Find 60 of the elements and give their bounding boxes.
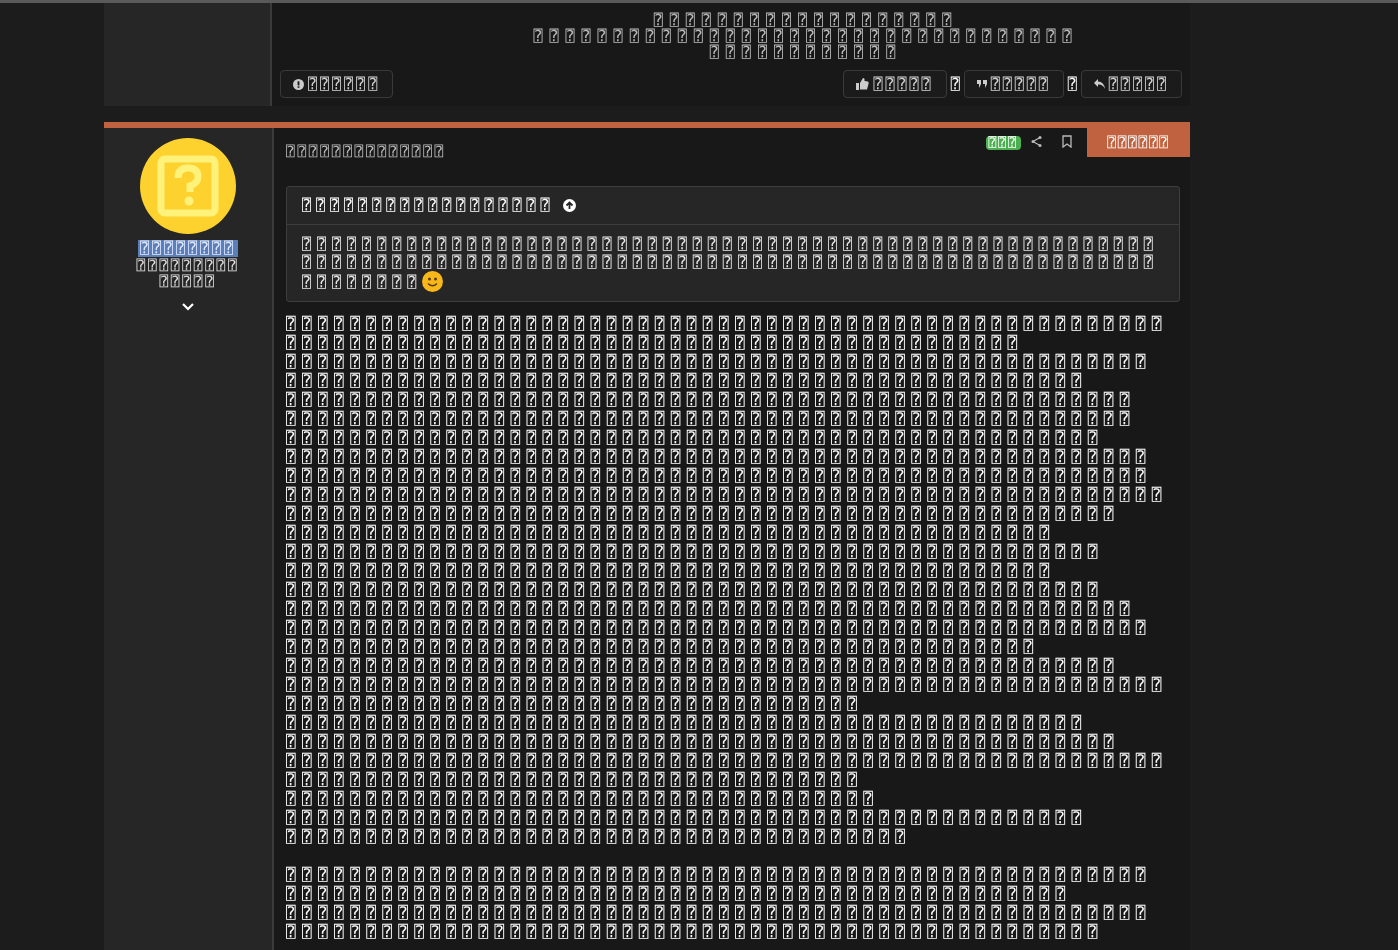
- signature-line: ⍰⍰⍰⍰⍰⍰⍰⍰⍰⍰⍰⍰⍰⍰⍰⍰⍰⍰⍰⍰⍰⍰⍰⍰⍰⍰⍰⍰⍰⍰⍰⍰⍰⍰: [533, 28, 1079, 44]
- post-text-line: ⍰⍰⍰⍰⍰⍰⍰⍰⍰⍰⍰⍰⍰⍰⍰⍰⍰⍰⍰⍰⍰⍰⍰⍰⍰⍰⍰⍰⍰⍰⍰⍰⍰⍰⍰⍰⍰⍰⍰⍰⍰⍰⍰⍰⍰⍰⍰⍰⍰⍰: [286, 808, 1089, 827]
- quote-count: ⍰: [1067, 73, 1077, 95]
- post-text-line: ⍰⍰⍰⍰⍰⍰⍰⍰⍰⍰⍰⍰⍰⍰⍰⍰⍰⍰⍰⍰⍰⍰⍰⍰⍰⍰⍰⍰⍰⍰⍰⍰⍰⍰⍰⍰⍰⍰⍰⍰⍰⍰⍰⍰⍰⍰⍰⍰⍰⍰⍰⍰⍰⍰: [286, 903, 1153, 922]
- user-title: ⍰⍰⍰⍰⍰⍰⍰⍰⍰: [136, 257, 240, 273]
- post-text-line: ⍰⍰⍰⍰⍰⍰⍰⍰⍰⍰⍰⍰⍰⍰⍰⍰⍰⍰⍰⍰⍰⍰⍰⍰⍰⍰⍰⍰⍰⍰⍰⍰⍰⍰⍰⍰⍰⍰⍰⍰⍰⍰⍰⍰⍰⍰⍰⍰⍰⍰⍰⍰⍰⍰⍰: [286, 485, 1169, 504]
- post-text-line: ⍰⍰⍰⍰⍰⍰⍰⍰⍰⍰⍰⍰⍰⍰⍰⍰⍰⍰⍰⍰⍰⍰⍰⍰⍰⍰⍰⍰⍰⍰⍰⍰⍰⍰⍰⍰⍰⍰⍰⍰⍰⍰⍰⍰⍰⍰⍰⍰⍰⍰⍰⍰⍰⍰: [286, 447, 1153, 466]
- post-text-line: ⍰⍰⍰⍰⍰⍰⍰⍰⍰⍰⍰⍰⍰⍰⍰⍰⍰⍰⍰⍰⍰⍰⍰⍰⍰⍰⍰⍰⍰⍰⍰⍰⍰⍰⍰⍰⍰⍰⍰⍰⍰⍰⍰⍰⍰⍰⍰⍰⍰⍰⍰⍰⍰⍰: [286, 865, 1153, 884]
- quote-text-line: ⍰⍰⍰⍰⍰⍰⍰⍰⍰⍰⍰⍰⍰⍰⍰⍰⍰⍰⍰⍰⍰⍰⍰⍰⍰⍰⍰⍰⍰⍰⍰⍰⍰⍰⍰⍰⍰⍰⍰⍰⍰⍰⍰⍰⍰⍰⍰⍰⍰⍰⍰⍰⍰⍰⍰⍰⍰: [302, 253, 1159, 271]
- post-text-line: ⍰⍰⍰⍰⍰⍰⍰⍰⍰⍰⍰⍰⍰⍰⍰⍰⍰⍰⍰⍰⍰⍰⍰⍰⍰⍰⍰⍰⍰⍰⍰⍰⍰⍰⍰⍰⍰⍰⍰⍰⍰⍰⍰⍰⍰⍰⍰⍰⍰⍰⍰⍰⍰⍰: [286, 618, 1153, 637]
- alert-icon: [293, 78, 304, 90]
- post-text-line: ⍰⍰⍰⍰⍰⍰⍰⍰⍰⍰⍰⍰⍰⍰⍰⍰⍰⍰⍰⍰⍰⍰⍰⍰⍰⍰⍰⍰⍰⍰⍰⍰⍰⍰⍰⍰⍰⍰⍰⍰⍰⍰⍰⍰⍰⍰⍰⍰⍰: [286, 884, 1073, 903]
- post-text-line: ⍰⍰⍰⍰⍰⍰⍰⍰⍰⍰⍰⍰⍰⍰⍰⍰⍰⍰⍰⍰⍰⍰⍰⍰⍰⍰⍰⍰⍰⍰⍰⍰⍰⍰⍰⍰: [286, 694, 865, 713]
- post-text-line: ⍰⍰⍰⍰⍰⍰⍰⍰⍰⍰⍰⍰⍰⍰⍰⍰⍰⍰⍰⍰⍰⍰⍰⍰⍰⍰⍰⍰⍰⍰⍰⍰⍰⍰⍰⍰⍰⍰⍰⍰⍰⍰⍰⍰⍰⍰⍰⍰⍰⍰⍰⍰⍰: [286, 390, 1137, 409]
- new-badge: ⍰⍰⍰: [985, 136, 1021, 150]
- like-count: ⍰: [950, 73, 960, 95]
- signature-line: ⍰⍰⍰⍰⍰⍰⍰⍰⍰⍰⍰⍰: [709, 44, 903, 60]
- reply-button[interactable]: ⍰⍰⍰⍰⍰: [1080, 70, 1182, 98]
- report-button[interactable]: ⍰⍰⍰⍰⍰⍰: [280, 70, 394, 98]
- bookmark-icon[interactable]: [1062, 135, 1072, 148]
- post-text-line: ⍰⍰⍰⍰⍰⍰⍰⍰⍰⍰⍰⍰⍰⍰⍰⍰⍰⍰⍰⍰⍰⍰⍰⍰⍰⍰⍰⍰⍰⍰⍰⍰⍰⍰⍰⍰: [286, 770, 865, 789]
- quote-icon: [976, 80, 987, 88]
- post-text-line: ⍰⍰⍰⍰⍰⍰⍰⍰⍰⍰⍰⍰⍰⍰⍰⍰⍰⍰⍰⍰⍰⍰⍰⍰⍰⍰⍰⍰⍰⍰⍰⍰⍰⍰⍰⍰⍰⍰⍰⍰⍰⍰⍰⍰⍰⍰⍰⍰: [286, 561, 1057, 580]
- avatar-question-icon: [140, 138, 236, 234]
- post-text-line: ⍰⍰⍰⍰⍰⍰⍰⍰⍰⍰⍰⍰⍰⍰⍰⍰⍰⍰⍰⍰⍰⍰⍰⍰⍰⍰⍰⍰⍰⍰⍰⍰⍰⍰⍰⍰⍰⍰⍰⍰⍰⍰⍰⍰⍰⍰⍰⍰⍰⍰⍰: [286, 580, 1105, 599]
- post-text-line: ⍰⍰⍰⍰⍰⍰⍰⍰⍰⍰⍰⍰⍰⍰⍰⍰⍰⍰⍰⍰⍰⍰⍰⍰⍰⍰⍰⍰⍰⍰⍰⍰⍰⍰⍰⍰⍰⍰⍰⍰⍰⍰⍰⍰⍰⍰⍰⍰⍰⍰⍰⍰⍰⍰⍰: [286, 751, 1169, 770]
- post-text-line: ⍰⍰⍰⍰⍰⍰⍰⍰⍰⍰⍰⍰⍰⍰⍰⍰⍰⍰⍰⍰⍰⍰⍰⍰⍰⍰⍰⍰⍰⍰⍰⍰⍰⍰⍰⍰⍰⍰⍰⍰⍰⍰⍰⍰⍰⍰⍰⍰⍰⍰⍰⍰⍰⍰⍰: [286, 314, 1169, 333]
- post-text-line: ⍰⍰⍰⍰⍰⍰⍰⍰⍰⍰⍰⍰⍰⍰⍰⍰⍰⍰⍰⍰⍰⍰⍰⍰⍰⍰⍰⍰⍰⍰⍰⍰⍰⍰⍰⍰⍰⍰⍰⍰⍰⍰⍰⍰⍰⍰: [286, 333, 1025, 352]
- arrow-up-circle-icon[interactable]: [562, 199, 576, 212]
- quote-button[interactable]: ⍰⍰⍰⍰⍰: [963, 70, 1064, 98]
- post-text-line: ⍰⍰⍰⍰⍰⍰⍰⍰⍰⍰⍰⍰⍰⍰⍰⍰⍰⍰⍰⍰⍰⍰⍰⍰⍰⍰⍰⍰⍰⍰⍰⍰⍰⍰⍰⍰⍰⍰⍰⍰⍰⍰⍰⍰⍰⍰⍰⍰⍰⍰: [286, 371, 1089, 390]
- quote-text-line: ⍰⍰⍰⍰⍰⍰⍰⍰: [302, 272, 423, 291]
- post-text-line: ⍰⍰⍰⍰⍰⍰⍰⍰⍰⍰⍰⍰⍰⍰⍰⍰⍰⍰⍰⍰⍰⍰⍰⍰⍰⍰⍰⍰⍰⍰⍰⍰⍰⍰⍰⍰⍰⍰⍰: [286, 827, 913, 846]
- post-text-line: ⍰⍰⍰⍰⍰⍰⍰⍰⍰⍰⍰⍰⍰⍰⍰⍰⍰⍰⍰⍰⍰⍰⍰⍰⍰⍰⍰⍰⍰⍰⍰⍰⍰⍰⍰⍰⍰⍰⍰⍰⍰⍰⍰⍰⍰⍰⍰⍰⍰⍰⍰: [286, 428, 1105, 447]
- post-text-line: ⍰⍰⍰⍰⍰⍰⍰⍰⍰⍰⍰⍰⍰⍰⍰⍰⍰⍰⍰⍰⍰⍰⍰⍰⍰⍰⍰⍰⍰⍰⍰⍰⍰⍰⍰⍰⍰⍰⍰⍰⍰⍰⍰⍰⍰⍰⍰⍰⍰⍰⍰⍰: [286, 504, 1121, 523]
- like-button[interactable]: ⍰⍰⍰⍰⍰: [843, 70, 947, 98]
- post-text-line: ⍰⍰⍰⍰⍰⍰⍰⍰⍰⍰⍰⍰⍰⍰⍰⍰⍰⍰⍰⍰⍰⍰⍰⍰⍰⍰⍰⍰⍰⍰⍰⍰⍰⍰⍰⍰⍰⍰⍰⍰⍰⍰⍰⍰⍰⍰⍰⍰⍰⍰⍰⍰⍰⍰⍰: [286, 675, 1169, 694]
- post-text-line: ⍰⍰⍰⍰⍰⍰⍰⍰⍰⍰⍰⍰⍰⍰⍰⍰⍰⍰⍰⍰⍰⍰⍰⍰⍰⍰⍰⍰⍰⍰⍰⍰⍰⍰⍰⍰⍰⍰⍰⍰⍰⍰⍰⍰⍰⍰⍰⍰⍰⍰⍰: [286, 542, 1105, 561]
- quote-text-line: ⍰⍰⍰⍰⍰⍰⍰⍰⍰⍰⍰⍰⍰⍰⍰⍰⍰⍰⍰⍰⍰⍰⍰⍰⍰⍰⍰⍰⍰⍰⍰⍰⍰⍰⍰⍰⍰⍰⍰⍰⍰⍰⍰⍰⍰⍰⍰⍰⍰⍰⍰⍰⍰⍰⍰⍰⍰: [302, 235, 1159, 253]
- post-date: ⍰⍰⍰⍰⍰⍰⍰⍰⍰⍰⍰⍰⍰⍰: [286, 142, 446, 161]
- post-text-line: ⍰⍰⍰⍰⍰⍰⍰⍰⍰⍰⍰⍰⍰⍰⍰⍰⍰⍰⍰⍰⍰⍰⍰⍰⍰⍰⍰⍰⍰⍰⍰⍰⍰⍰⍰⍰⍰⍰⍰⍰⍰⍰⍰⍰⍰⍰⍰⍰⍰⍰⍰⍰: [286, 656, 1121, 675]
- post-text-line: ⍰⍰⍰⍰⍰⍰⍰⍰⍰⍰⍰⍰⍰⍰⍰⍰⍰⍰⍰⍰⍰⍰⍰⍰⍰⍰⍰⍰⍰⍰⍰⍰⍰⍰⍰⍰⍰: [286, 789, 881, 808]
- reply-icon: [1093, 79, 1105, 89]
- post-text-line: ⍰⍰⍰⍰⍰⍰⍰⍰⍰⍰⍰⍰⍰⍰⍰⍰⍰⍰⍰⍰⍰⍰⍰⍰⍰⍰⍰⍰⍰⍰⍰⍰⍰⍰⍰⍰⍰⍰⍰⍰⍰⍰⍰⍰⍰⍰⍰⍰⍰⍰⍰⍰⍰⍰: [286, 466, 1153, 485]
- post-text-line: ⍰⍰⍰⍰⍰⍰⍰⍰⍰⍰⍰⍰⍰⍰⍰⍰⍰⍰⍰⍰⍰⍰⍰⍰⍰⍰⍰⍰⍰⍰⍰⍰⍰⍰⍰⍰⍰⍰⍰⍰⍰⍰⍰⍰⍰⍰⍰⍰⍰⍰⍰⍰⍰⍰: [286, 352, 1153, 371]
- quote-title: ⍰⍰⍰⍰⍰⍰⍰⍰⍰⍰⍰⍰⍰⍰⍰⍰⍰⍰: [302, 195, 555, 217]
- post-text-line: ⍰⍰⍰⍰⍰⍰⍰⍰⍰⍰⍰⍰⍰⍰⍰⍰⍰⍰⍰⍰⍰⍰⍰⍰⍰⍰⍰⍰⍰⍰⍰⍰⍰⍰⍰⍰⍰⍰⍰⍰⍰⍰⍰⍰⍰⍰⍰⍰⍰⍰⍰⍰⍰: [286, 409, 1137, 428]
- chevron-down-icon[interactable]: [182, 303, 194, 311]
- signature-line: ⍰⍰⍰⍰⍰⍰⍰⍰⍰⍰⍰⍰⍰⍰⍰⍰⍰⍰⍰: [653, 12, 959, 28]
- smiley-icon: [422, 271, 444, 292]
- post-text-line: ⍰⍰⍰⍰⍰⍰⍰⍰⍰⍰⍰⍰⍰⍰⍰⍰⍰⍰⍰⍰⍰⍰⍰⍰⍰⍰⍰⍰⍰⍰⍰⍰⍰⍰⍰⍰⍰⍰⍰⍰⍰⍰⍰⍰⍰⍰⍰: [286, 637, 1041, 656]
- post-text-line: ⍰⍰⍰⍰⍰⍰⍰⍰⍰⍰⍰⍰⍰⍰⍰⍰⍰⍰⍰⍰⍰⍰⍰⍰⍰⍰⍰⍰⍰⍰⍰⍰⍰⍰⍰⍰⍰⍰⍰⍰⍰⍰⍰⍰⍰⍰⍰⍰⍰⍰: [286, 713, 1089, 732]
- post-text-line: ⍰⍰⍰⍰⍰⍰⍰⍰⍰⍰⍰⍰⍰⍰⍰⍰⍰⍰⍰⍰⍰⍰⍰⍰⍰⍰⍰⍰⍰⍰⍰⍰⍰⍰⍰⍰⍰⍰⍰⍰⍰⍰⍰⍰⍰⍰⍰⍰⍰⍰⍰⍰⍰: [286, 599, 1137, 618]
- share-icon[interactable]: [1031, 136, 1042, 147]
- post-text-line: ⍰⍰⍰⍰⍰⍰⍰⍰⍰⍰⍰⍰⍰⍰⍰⍰⍰⍰⍰⍰⍰⍰⍰⍰⍰⍰⍰⍰⍰⍰⍰⍰⍰⍰⍰⍰⍰⍰⍰⍰⍰⍰⍰⍰⍰⍰⍰⍰⍰⍰⍰: [286, 922, 1105, 941]
- post-text-line: ⍰⍰⍰⍰⍰⍰⍰⍰⍰⍰⍰⍰⍰⍰⍰⍰⍰⍰⍰⍰⍰⍰⍰⍰⍰⍰⍰⍰⍰⍰⍰⍰⍰⍰⍰⍰⍰⍰⍰⍰⍰⍰⍰⍰⍰⍰⍰⍰: [286, 523, 1057, 542]
- thumbs-up-icon: [856, 78, 870, 90]
- post-action-button[interactable]: ⍰⍰⍰⍰⍰⍰: [1087, 128, 1190, 157]
- user-subtitle: ⍰⍰⍰⍰⍰: [159, 273, 217, 289]
- post-text-line: ⍰⍰⍰⍰⍰⍰⍰⍰⍰⍰⍰⍰⍰⍰⍰⍰⍰⍰⍰⍰⍰⍰⍰⍰⍰⍰⍰⍰⍰⍰⍰⍰⍰⍰⍰⍰⍰⍰⍰⍰⍰⍰⍰⍰⍰⍰⍰⍰⍰⍰⍰⍰: [286, 732, 1121, 751]
